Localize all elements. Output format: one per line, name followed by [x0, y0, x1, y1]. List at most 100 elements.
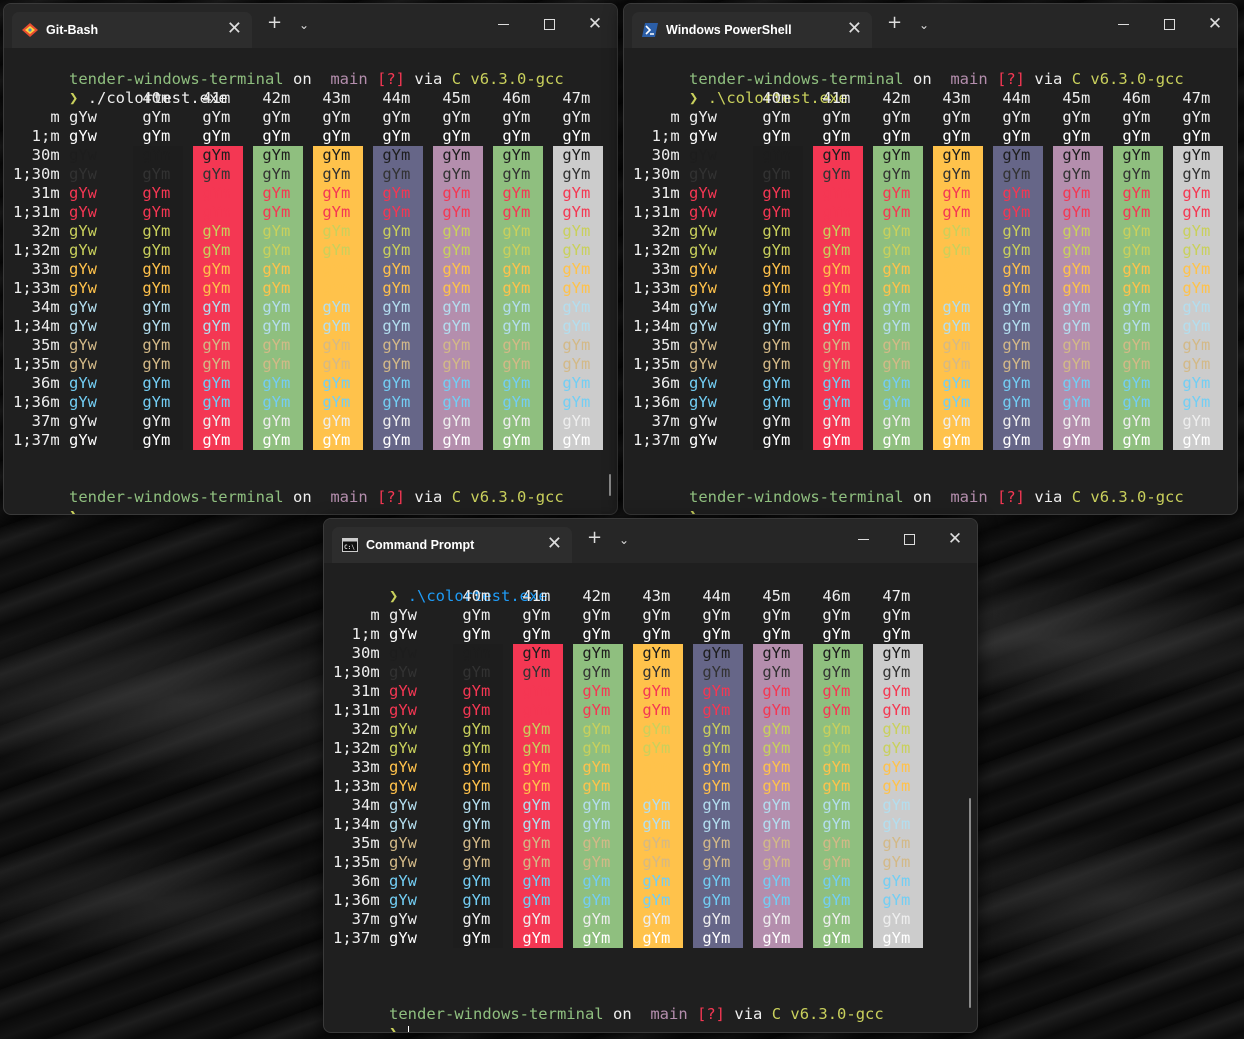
row-label: 33m gYw	[13, 260, 97, 278]
close-tab-icon[interactable]: ✕	[227, 18, 242, 39]
column-header: 44m	[373, 89, 411, 107]
color-cell: gYm	[433, 336, 483, 355]
maximize-button[interactable]	[1147, 4, 1191, 48]
column-header: 44m	[693, 587, 731, 605]
new-tab-button[interactable]: +	[267, 12, 282, 33]
prompt-via: via	[414, 70, 443, 88]
color-cell: gYm	[633, 834, 683, 853]
color-cell: gYm	[193, 298, 243, 317]
color-cell: gYm	[313, 279, 363, 298]
input-line[interactable]: ❯	[333, 1005, 409, 1032]
terminal-area[interactable]: ❯ .\colortest.exe 40m 41m 42m 43m 44m 45…	[333, 563, 977, 1032]
color-cell: gYm	[493, 241, 543, 260]
dropdown-button[interactable]: ⌄	[919, 18, 929, 32]
row-label: 1;32m gYw	[333, 739, 417, 757]
close-tab-icon[interactable]: ✕	[847, 18, 862, 39]
dropdown-button[interactable]: ⌄	[299, 18, 309, 32]
color-cell: gYm	[753, 241, 803, 260]
dropdown-button[interactable]: ⌄	[619, 533, 629, 547]
color-cell: gYm	[133, 412, 183, 431]
color-cell: gYm	[373, 355, 423, 374]
close-tab-icon[interactable]: ✕	[547, 533, 562, 554]
new-tab-button[interactable]: +	[587, 527, 602, 548]
color-cell: gYm	[1173, 412, 1223, 431]
color-cell: gYm	[1113, 203, 1163, 222]
color-cell: gYm	[753, 336, 803, 355]
column-header: 47m	[873, 587, 911, 605]
color-cell: gYm	[193, 146, 243, 165]
input-line[interactable]: ❯	[13, 488, 78, 514]
color-cell: gYm	[433, 355, 483, 374]
color-cell: gYm	[553, 260, 603, 279]
color-cell: gYm	[253, 298, 303, 317]
color-cell: gYm	[133, 431, 183, 450]
color-cell: gYm	[993, 412, 1043, 431]
color-cell: gYm	[633, 815, 683, 834]
color-cell: gYm	[433, 241, 483, 260]
terminal-area[interactable]: tender-windows-terminal on main [?] via …	[633, 48, 1237, 514]
color-cell: gYm	[753, 872, 803, 891]
row-label: 1;31m gYw	[633, 203, 717, 221]
color-cell: gYm	[1113, 165, 1163, 184]
title-bar: Git-Bash ✕ + ⌄ ✕	[4, 4, 617, 48]
minimize-button[interactable]	[1101, 4, 1145, 48]
color-cell: gYm	[573, 758, 623, 777]
color-cell: gYm	[513, 739, 563, 758]
color-cell: gYm	[453, 910, 503, 929]
color-cell: gYm	[453, 701, 503, 720]
row-label: 32m gYw	[333, 720, 417, 738]
row-label: 36m gYw	[633, 374, 717, 392]
column-header: 41m	[813, 89, 851, 107]
color-cell: gYm	[573, 720, 623, 739]
terminal-area[interactable]: tender-windows-terminal on main [?] via …	[13, 48, 617, 514]
close-window-button[interactable]: ✕	[573, 4, 617, 48]
color-cell: gYm	[813, 146, 863, 165]
color-cell: gYm	[633, 606, 680, 624]
prompt-via: via	[1034, 70, 1063, 88]
color-cell: gYm	[133, 374, 183, 393]
tab-cmd[interactable]: C:\ Command Prompt ✕	[332, 527, 572, 563]
color-cell: gYm	[693, 739, 743, 758]
row-label: 34m gYw	[633, 298, 717, 316]
color-cell: gYm	[873, 393, 923, 412]
color-cell: gYm	[1053, 355, 1103, 374]
color-cell: gYm	[453, 720, 503, 739]
color-cell: gYm	[813, 203, 863, 222]
color-cell: gYm	[513, 777, 563, 796]
row-label: 1;33m gYw	[333, 777, 417, 795]
color-cell: gYm	[1113, 184, 1163, 203]
color-cell: gYm	[1173, 317, 1223, 336]
input-line[interactable]: ❯	[633, 488, 698, 514]
prompt-status: [?]	[697, 1005, 726, 1023]
color-cell: gYm	[693, 910, 743, 929]
color-cell: gYm	[373, 317, 423, 336]
color-cell: gYm	[513, 644, 563, 663]
color-cell: gYm	[693, 815, 743, 834]
color-cell: gYm	[633, 929, 683, 948]
minimize-button[interactable]	[481, 4, 525, 48]
scrollbar[interactable]	[969, 798, 971, 1008]
color-cell: gYm	[373, 412, 423, 431]
color-cell: gYm	[693, 625, 740, 643]
color-cell: gYm	[1173, 108, 1220, 126]
color-cell: gYm	[873, 336, 923, 355]
color-cell: gYm	[313, 184, 363, 203]
row-label: 35m gYw	[333, 834, 417, 852]
color-cell: gYm	[1173, 374, 1223, 393]
maximize-button[interactable]	[887, 519, 931, 563]
color-cell: gYm	[753, 739, 803, 758]
color-cell: gYm	[573, 701, 623, 720]
color-cell: gYm	[253, 146, 303, 165]
color-cell: gYm	[993, 203, 1043, 222]
tab-gitbash[interactable]: Git-Bash ✕	[12, 12, 252, 48]
color-cell: gYm	[313, 203, 363, 222]
color-cell: gYm	[933, 279, 983, 298]
maximize-button[interactable]	[527, 4, 571, 48]
close-window-button[interactable]: ✕	[1193, 4, 1237, 48]
minimize-button[interactable]	[841, 519, 885, 563]
tab-powershell[interactable]: Windows PowerShell ✕	[632, 12, 872, 48]
color-cell: gYm	[1113, 279, 1163, 298]
scrollbar[interactable]	[609, 474, 611, 496]
close-window-button[interactable]: ✕	[933, 519, 977, 563]
new-tab-button[interactable]: +	[887, 12, 902, 33]
